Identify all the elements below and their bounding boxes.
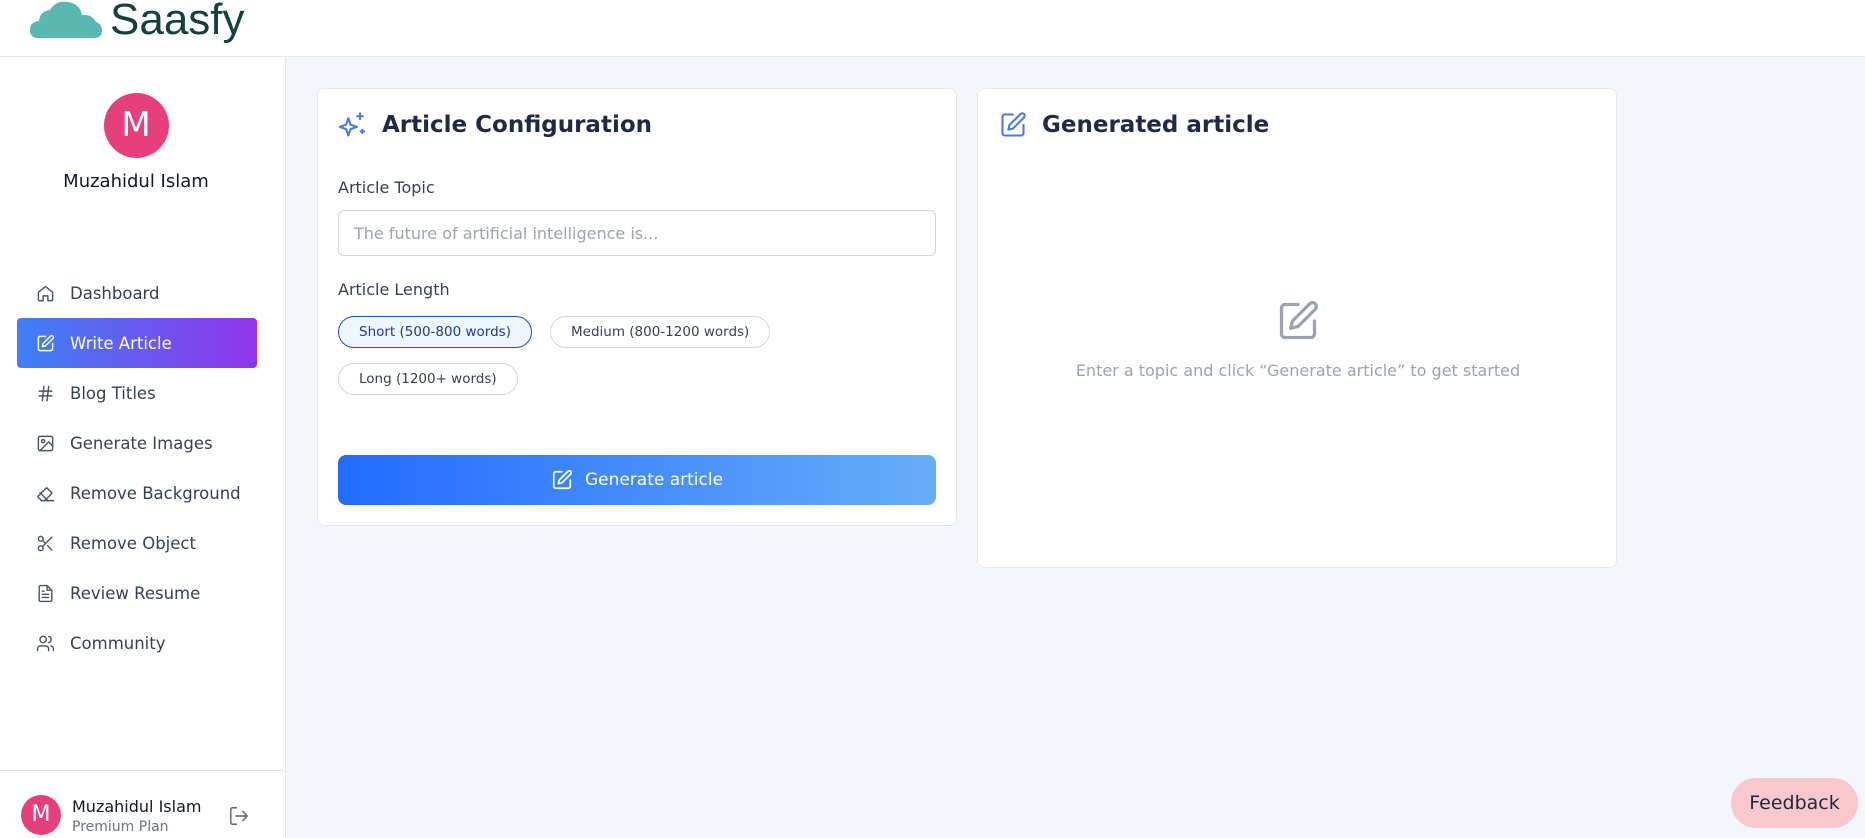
result-title: Generated article xyxy=(1042,112,1270,138)
sidebar-footer: M Muzahidul Islam Premium Plan xyxy=(0,770,286,838)
sidebar-item-community[interactable]: Community xyxy=(17,618,257,668)
feedback-button[interactable]: Feedback xyxy=(1731,778,1858,828)
scissors-icon xyxy=(35,533,55,553)
user-avatar[interactable]: M xyxy=(21,795,61,835)
image-icon xyxy=(35,433,55,453)
card-title: Generated article xyxy=(998,110,1269,140)
sidebar-item-label: Blog Titles xyxy=(70,383,156,403)
sidebar-item-dashboard[interactable]: Dashboard xyxy=(17,268,257,318)
sidebar-item-label: Review Resume xyxy=(70,583,201,603)
config-title: Article Configuration xyxy=(382,112,653,138)
cloud-logo-icon xyxy=(30,1,102,38)
sidebar-item-write-article[interactable]: Write Article xyxy=(17,318,257,368)
sidebar: M Muzahidul Islam Dashboard Write Articl… xyxy=(0,57,286,838)
sidebar-item-label: Community xyxy=(70,633,166,653)
app-logo[interactable]: Saasfy xyxy=(28,0,245,42)
generate-article-button[interactable]: Generate article xyxy=(338,455,936,505)
avatar[interactable]: M xyxy=(103,93,169,158)
sidebar-item-label: Remove Background xyxy=(70,483,241,503)
sidebar-item-remove-background[interactable]: Remove Background xyxy=(17,468,257,518)
sidebar-item-blog-titles[interactable]: Blog Titles xyxy=(17,368,257,418)
sidebar-nav: Dashboard Write Article Blog Titles Gene… xyxy=(17,268,257,668)
app-name: Saasfy xyxy=(110,0,245,44)
profile-name: Muzahidul Islam xyxy=(63,171,209,192)
sidebar-item-remove-object[interactable]: Remove Object xyxy=(17,518,257,568)
edit-icon xyxy=(35,333,55,353)
top-header: Saasfy xyxy=(0,0,1865,57)
eraser-icon xyxy=(35,483,55,503)
edit-icon xyxy=(552,470,572,490)
sidebar-item-review-resume[interactable]: Review Resume xyxy=(17,568,257,618)
edit-icon xyxy=(1276,299,1320,343)
sidebar-item-label: Remove Object xyxy=(70,533,196,553)
sparkles-icon xyxy=(338,110,368,140)
length-option-long[interactable]: Long (1200+ words) xyxy=(338,363,518,395)
article-topic-input[interactable] xyxy=(338,210,936,256)
home-icon xyxy=(35,283,55,303)
logout-icon[interactable] xyxy=(228,805,250,827)
sidebar-item-label: Write Article xyxy=(70,333,172,353)
generate-button-label: Generate article xyxy=(584,470,724,490)
generated-article-card: Generated article Enter a topic and clic… xyxy=(977,88,1617,568)
card-title: Article Configuration xyxy=(338,110,652,140)
user-name: Muzahidul Islam xyxy=(72,797,202,816)
file-text-icon xyxy=(35,583,55,603)
sidebar-item-label: Dashboard xyxy=(70,283,160,303)
length-option-medium[interactable]: Medium (800-1200 words) xyxy=(550,316,771,348)
user-plan: Premium Plan xyxy=(72,819,169,835)
empty-state: Enter a topic and click “Generate articl… xyxy=(978,299,1618,380)
sidebar-item-label: Generate Images xyxy=(70,433,213,453)
sidebar-item-generate-images[interactable]: Generate Images xyxy=(17,418,257,468)
length-option-short[interactable]: Short (500-800 words) xyxy=(338,316,532,348)
article-configuration-card: Article Configuration Article Topic Arti… xyxy=(317,88,957,526)
users-icon xyxy=(35,633,55,653)
empty-state-text: Enter a topic and click “Generate articl… xyxy=(1075,361,1521,380)
edit-icon xyxy=(998,110,1028,140)
hash-icon xyxy=(35,383,55,403)
sidebar-profile: M Muzahidul Islam xyxy=(0,93,272,192)
article-length-label: Article Length xyxy=(338,280,450,299)
article-topic-label: Article Topic xyxy=(338,178,435,197)
